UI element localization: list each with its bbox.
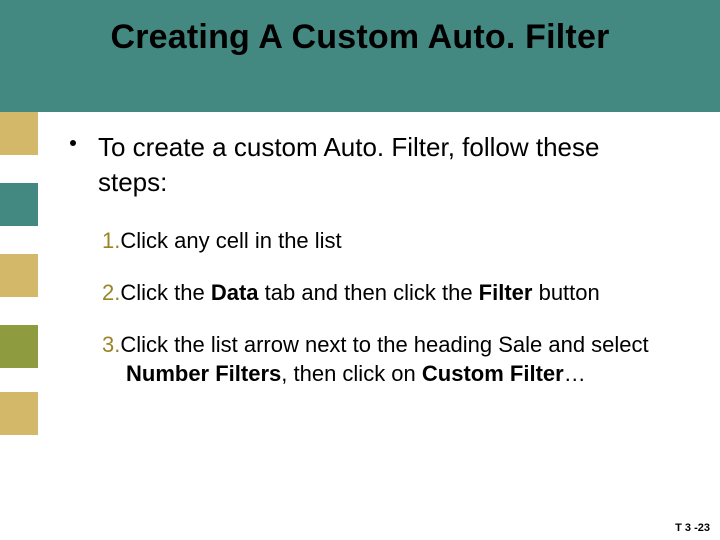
step-number: 2. (102, 280, 120, 305)
side-strip (0, 254, 38, 297)
intro-text: To create a custom Auto. Filter, follow … (98, 132, 599, 197)
step-text-bold: Filter (479, 280, 533, 305)
step-text: Click any cell in the list (120, 228, 341, 253)
step-2: 2.Click the Data tab and then click the … (70, 278, 670, 308)
slide-title: Creating A Custom Auto. Filter (0, 18, 720, 57)
side-strip (0, 325, 38, 368)
side-strip (0, 112, 38, 155)
step-text-bold: Custom Filter (422, 361, 564, 386)
intro-bullet: To create a custom Auto. Filter, follow … (70, 130, 670, 200)
side-strip (0, 392, 38, 435)
step-text-part: , then click on (281, 361, 422, 386)
content-area: To create a custom Auto. Filter, follow … (70, 130, 670, 411)
bullet-icon (70, 140, 76, 146)
step-text-part: … (564, 361, 586, 386)
step-text-part: Click the list arrow next to the heading… (120, 332, 648, 357)
step-text-part: Click the (120, 280, 210, 305)
step-text-bold: Number Filters (126, 361, 281, 386)
side-strip (0, 183, 38, 226)
slide-footer: T 3 -23 (675, 522, 710, 534)
step-text-part: button (532, 280, 599, 305)
step-3: 3.Click the list arrow next to the headi… (70, 330, 670, 389)
step-number: 1. (102, 228, 120, 253)
step-text-bold: Data (211, 280, 259, 305)
step-text-part: tab and then click the (259, 280, 479, 305)
step-number: 3. (102, 332, 120, 357)
step-1: 1.Click any cell in the list (70, 226, 670, 256)
